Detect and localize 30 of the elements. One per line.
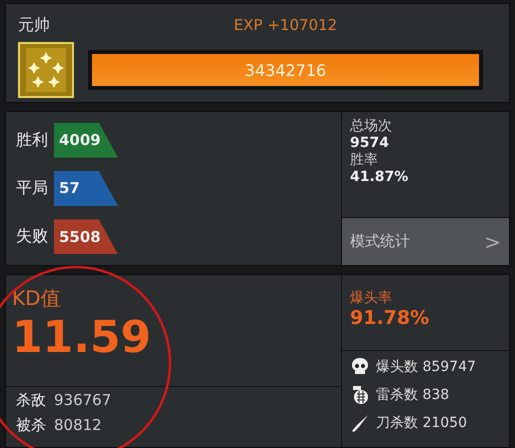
- kill-label: 被杀: [16, 416, 46, 435]
- summary-label: 胜率: [350, 151, 379, 169]
- knife-icon: [350, 413, 370, 433]
- exp-total: 34342716: [244, 60, 328, 82]
- result-flag: 4009: [54, 122, 118, 158]
- headshot-rate-label: 爆头率: [350, 289, 393, 307]
- kd-label: KD值: [12, 285, 62, 312]
- result-flag: 5508: [54, 219, 118, 254]
- chevron-icon: >: [484, 230, 501, 254]
- result-label: 失败: [16, 226, 48, 248]
- kill-type-stat: 爆头数 859747: [376, 358, 476, 376]
- exp-gain: EXP +107012: [232, 16, 338, 34]
- grenade-icon: [350, 385, 370, 405]
- kill-value: 80812: [54, 416, 102, 434]
- kill-type-stat: 雷杀数 838: [376, 386, 450, 404]
- kill-type-stat: 刀杀数 21050: [376, 414, 467, 432]
- kd-value: 11.59: [12, 312, 152, 365]
- rank-badge-icon: [18, 42, 74, 98]
- summary-label: 总场次: [350, 117, 393, 135]
- skull-icon: [350, 357, 370, 377]
- rank-title: 元帅: [18, 14, 51, 36]
- result-flag: 57: [54, 170, 118, 206]
- result-label: 胜利: [16, 130, 48, 151]
- result-label: 平局: [16, 178, 48, 199]
- summary-value: 9574: [350, 135, 390, 151]
- kill-value: 936767: [54, 391, 112, 409]
- headshot-rate-value: 91.78%: [350, 307, 430, 329]
- summary-value: 41.87%: [350, 169, 410, 185]
- kill-label: 杀敌: [16, 391, 46, 410]
- mode-stats-button[interactable]: 模式统计 >: [342, 217, 509, 265]
